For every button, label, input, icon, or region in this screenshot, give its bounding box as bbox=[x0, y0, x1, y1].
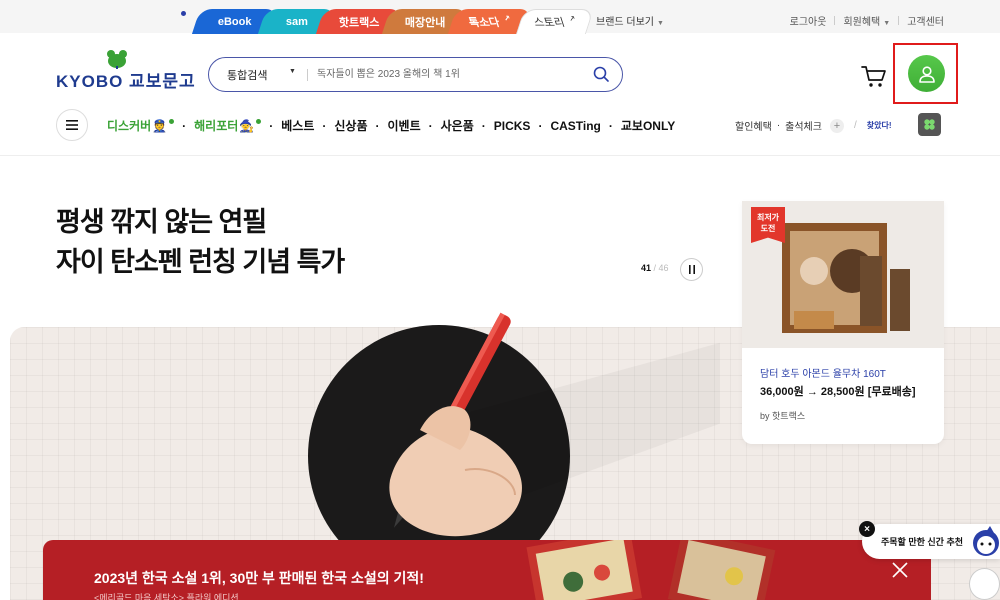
logo-text[interactable]: KYOBO 교보문고 bbox=[56, 67, 196, 92]
nav-item-discover[interactable]: 디스커버 👮 bbox=[107, 117, 175, 134]
pause-button[interactable] bbox=[680, 258, 703, 281]
customer-center-link[interactable]: 고객센터 bbox=[907, 13, 944, 28]
search-bar: 통합검색 ▼ bbox=[208, 57, 623, 92]
external-link-icon: ↗ bbox=[567, 14, 578, 23]
caret-down-icon: ▼ bbox=[656, 20, 664, 27]
menu-button[interactable] bbox=[56, 109, 88, 141]
nav-item-best[interactable]: 베스트 bbox=[281, 117, 314, 134]
close-icon[interactable]: × bbox=[859, 521, 875, 537]
pause-icon bbox=[688, 265, 695, 274]
recommendation-text: 주목할 만한 신간 추천 bbox=[881, 537, 964, 547]
clover-icon bbox=[924, 119, 935, 130]
banner-subtitle: <메리골드 마음 세탁소> 플라워 에디션 bbox=[94, 593, 239, 600]
my-page-button[interactable] bbox=[908, 55, 945, 92]
nav-right: 할인혜택 · 출석체크 + / 찾았다! bbox=[735, 118, 892, 133]
caret-down-icon: ▼ bbox=[883, 20, 891, 27]
cart-icon[interactable] bbox=[861, 64, 887, 88]
slide-pager: 41 / 46 bbox=[641, 263, 669, 273]
search-category-select[interactable]: 통합검색 bbox=[227, 67, 267, 83]
floating-button[interactable] bbox=[969, 568, 1000, 600]
member-benefits-link[interactable]: 회원혜택 ▼ bbox=[843, 13, 890, 28]
main-nav: 디스커버 👮 · 해리포터 🧙 · 베스트 · 신상품 · 이벤트 · 사은품 · … bbox=[107, 117, 676, 134]
nav-item-new[interactable]: 신상품 bbox=[334, 117, 367, 134]
product-name[interactable]: 담터 호두 아몬드 율무차 160T bbox=[760, 365, 886, 380]
wizard-hat-icon: 🧙 bbox=[239, 118, 255, 133]
nav-item-kyobo-only[interactable]: 교보ONLY bbox=[621, 117, 675, 134]
divider bbox=[898, 16, 900, 25]
new-dot bbox=[169, 119, 175, 124]
banner-title: 2023년 한국 소설 1위, 30만 부 판매된 한국 소설의 기적! bbox=[94, 570, 424, 586]
nav-item-casting[interactable]: CASTing bbox=[550, 119, 600, 133]
header-divider bbox=[0, 155, 1000, 156]
found-link[interactable]: 찾았다! bbox=[867, 120, 892, 131]
hero-title[interactable]: 평생 깎지 않는 연필 자이 탄소펜 런칭 기념 특가 bbox=[56, 202, 345, 282]
nav-item-event[interactable]: 이벤트 bbox=[388, 117, 421, 134]
brand-more-dropdown[interactable]: 브랜드 더보기 ▼ bbox=[596, 13, 664, 28]
discount-benefits-link[interactable]: 할인혜택 bbox=[735, 118, 772, 133]
divider bbox=[307, 69, 308, 81]
nav-item-picks[interactable]: PICKS bbox=[494, 119, 531, 133]
search-input[interactable] bbox=[317, 64, 577, 84]
character-icon: 👮 bbox=[152, 118, 168, 133]
divider bbox=[834, 16, 836, 25]
attendance-check-link[interactable]: 출석체크 bbox=[785, 118, 822, 133]
hamburger-icon bbox=[66, 120, 78, 130]
search-icon[interactable] bbox=[592, 65, 610, 83]
nav-item-harry-potter[interactable]: 해리포터 🧙 bbox=[194, 117, 262, 134]
right-edge bbox=[968, 160, 1000, 310]
product-seller: by 핫트랙스 bbox=[760, 411, 806, 421]
indicator-dot bbox=[181, 11, 186, 16]
product-price: 36,000원 → 28,500원 [무료배송] bbox=[760, 386, 916, 398]
caret-down-icon: ▼ bbox=[289, 68, 296, 75]
tab-story[interactable]: 스토리↗ bbox=[515, 9, 595, 34]
bird-logo-icon bbox=[107, 50, 127, 69]
external-link-icon: ↗ bbox=[502, 13, 513, 23]
nav-item-gift[interactable]: 사은품 bbox=[441, 117, 474, 134]
mascot-icon[interactable] bbox=[968, 523, 1000, 557]
clover-button[interactable] bbox=[918, 113, 941, 136]
user-icon bbox=[918, 65, 935, 83]
plus-icon[interactable]: + bbox=[829, 118, 844, 133]
logout-link[interactable]: 로그아웃 bbox=[790, 13, 827, 28]
close-icon[interactable] bbox=[891, 561, 909, 579]
utility-links: 로그아웃 회원혜택 ▼ 고객센터 bbox=[790, 13, 944, 28]
new-dot bbox=[256, 119, 262, 124]
